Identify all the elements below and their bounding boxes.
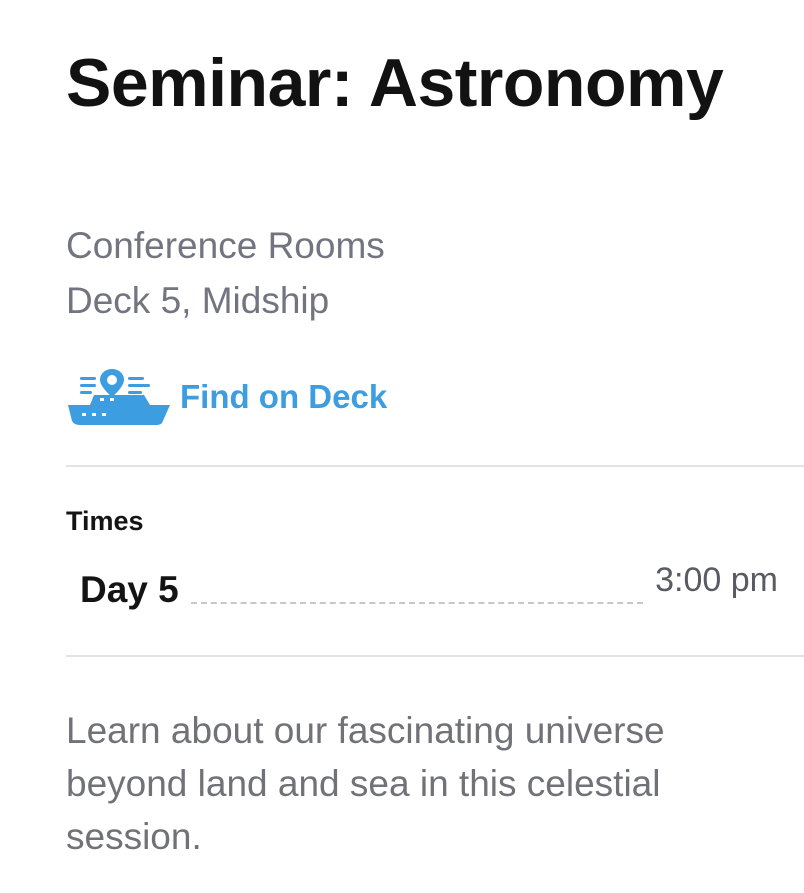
divider bbox=[66, 655, 804, 657]
find-on-deck-label: Find on Deck bbox=[180, 378, 388, 415]
times-heading: Times bbox=[66, 506, 144, 536]
time-row-day: Day 5 bbox=[80, 569, 179, 610]
dotted-leader bbox=[190, 602, 644, 604]
event-title: Seminar: Astronomy bbox=[66, 45, 724, 121]
ship-location-icon bbox=[68, 369, 170, 425]
divider bbox=[66, 465, 804, 467]
event-detail-page: Seminar: Astronomy Conference Rooms Deck… bbox=[0, 0, 804, 893]
find-on-deck-link[interactable]: Find on Deck bbox=[66, 366, 387, 428]
location-venue: Conference Rooms bbox=[66, 225, 385, 266]
event-location: Conference Rooms Deck 5, Midship bbox=[66, 218, 766, 328]
time-row-time: 3:00 pm bbox=[655, 561, 778, 599]
event-description: Learn about our fascinating universe bey… bbox=[66, 710, 665, 857]
time-row: Day 5 3:00 pm bbox=[80, 561, 778, 614]
location-deck: Deck 5, Midship bbox=[66, 280, 330, 321]
